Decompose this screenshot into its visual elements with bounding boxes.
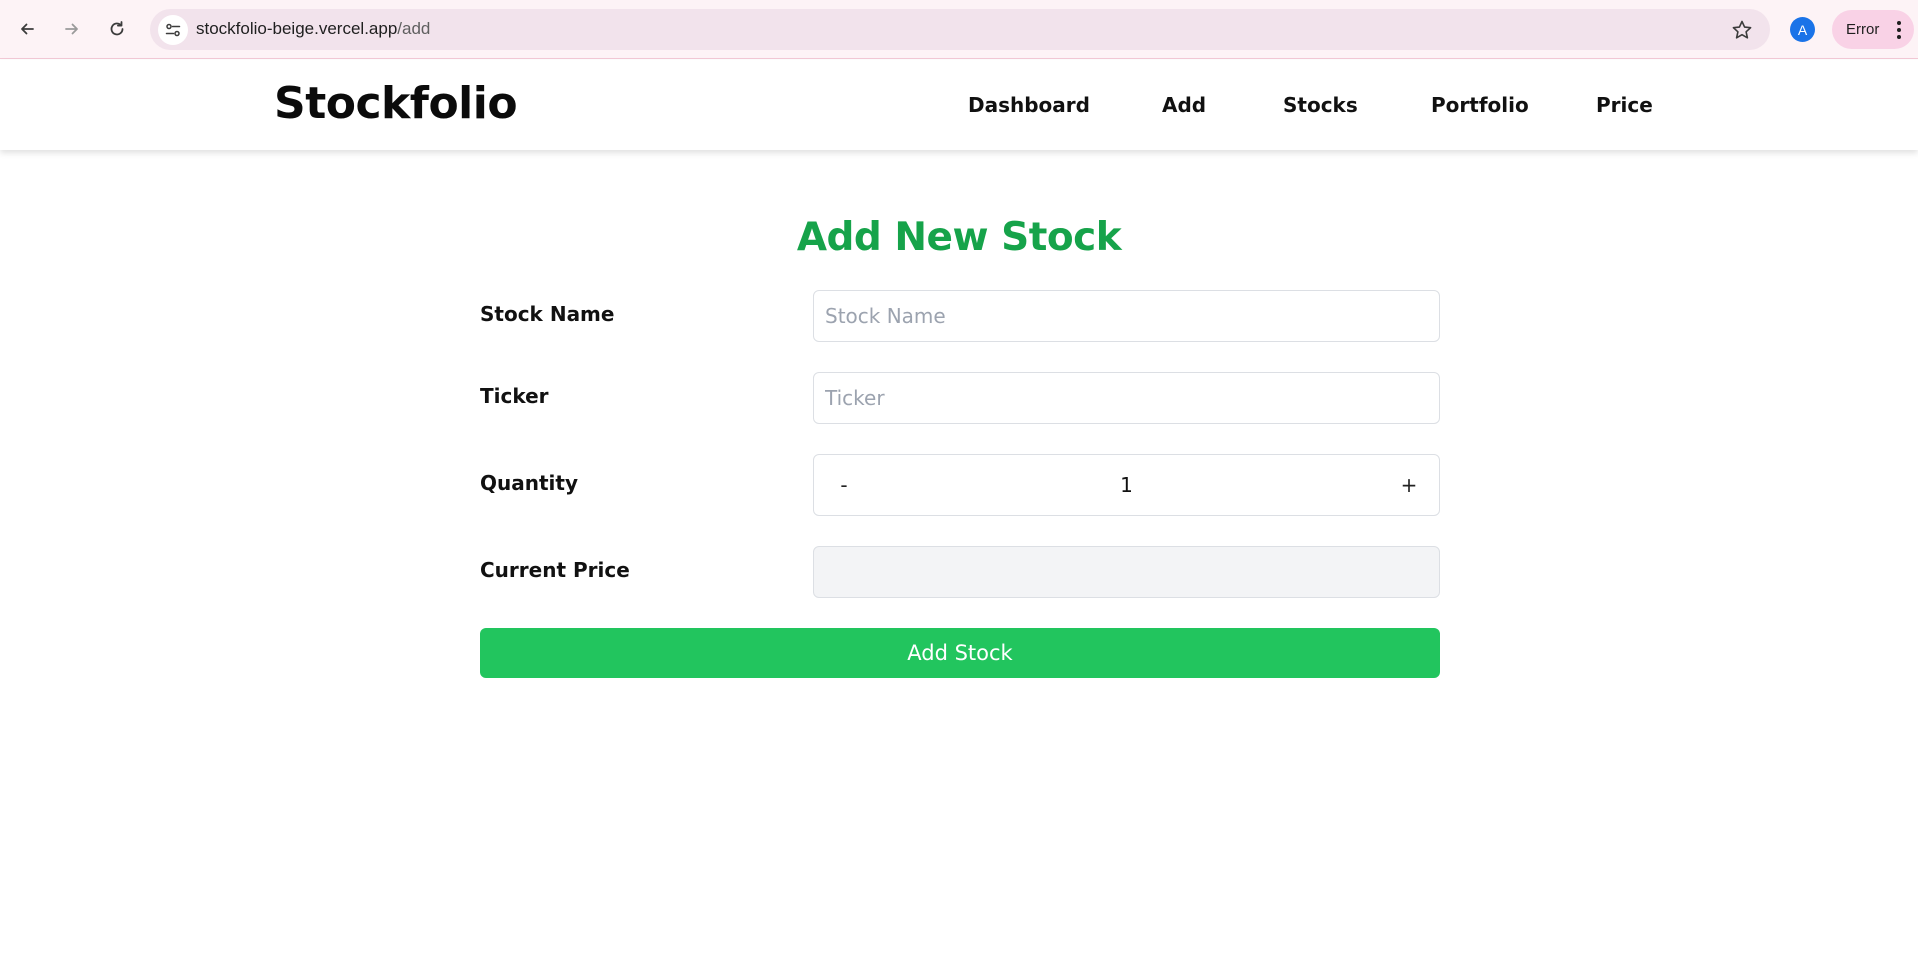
quantity-decrement-button[interactable]: - xyxy=(814,455,874,515)
nav-price[interactable]: Price xyxy=(1596,93,1653,117)
site-settings-button[interactable] xyxy=(158,15,188,45)
brand-logo[interactable]: Stockfolio xyxy=(274,78,518,129)
ticker-input[interactable] xyxy=(813,372,1440,424)
add-stock-button[interactable]: Add Stock xyxy=(480,628,1440,678)
back-arrow-icon xyxy=(21,23,34,35)
nav-add[interactable]: Add xyxy=(1162,93,1206,117)
current-price-field xyxy=(813,546,1440,598)
profile-avatar[interactable]: A xyxy=(1790,17,1815,42)
quantity-label: Quantity xyxy=(480,471,578,495)
address-bar[interactable]: stockfolio-beige.vercel.app/add xyxy=(150,9,1770,50)
url-path: /add xyxy=(397,19,431,38)
browser-toolbar: stockfolio-beige.vercel.app/add A Error xyxy=(0,0,1918,59)
quantity-stepper: - 1 + xyxy=(813,454,1440,516)
url-host: stockfolio-beige.vercel.app xyxy=(196,19,398,38)
quantity-value[interactable]: 1 xyxy=(874,455,1379,515)
bookmark-star-icon xyxy=(1732,20,1752,39)
quantity-increment-button[interactable]: + xyxy=(1379,455,1439,515)
site-settings-icon xyxy=(165,23,181,37)
forward-button[interactable] xyxy=(57,14,87,44)
current-price-label: Current Price xyxy=(480,558,630,582)
form-title: Add New Stock xyxy=(796,215,1122,260)
stock-name-input[interactable] xyxy=(813,290,1440,342)
app-header: Stockfolio Dashboard Add Stocks Portfoli… xyxy=(0,60,1918,150)
reload-button[interactable] xyxy=(102,14,132,44)
nav-stocks[interactable]: Stocks xyxy=(1283,93,1358,117)
more-vert-icon xyxy=(1897,21,1901,39)
back-button[interactable] xyxy=(12,14,42,44)
url-text[interactable]: stockfolio-beige.vercel.app/add xyxy=(196,19,430,39)
ticker-label: Ticker xyxy=(480,384,549,408)
stock-name-label: Stock Name xyxy=(480,302,615,326)
error-chip[interactable]: Error xyxy=(1832,10,1914,49)
forward-arrow-icon xyxy=(65,23,78,35)
error-chip-label: Error xyxy=(1846,21,1880,38)
nav-dashboard[interactable]: Dashboard xyxy=(968,93,1090,117)
nav-portfolio[interactable]: Portfolio xyxy=(1431,93,1529,117)
reload-icon xyxy=(110,21,124,36)
bookmark-button[interactable] xyxy=(1730,18,1754,42)
